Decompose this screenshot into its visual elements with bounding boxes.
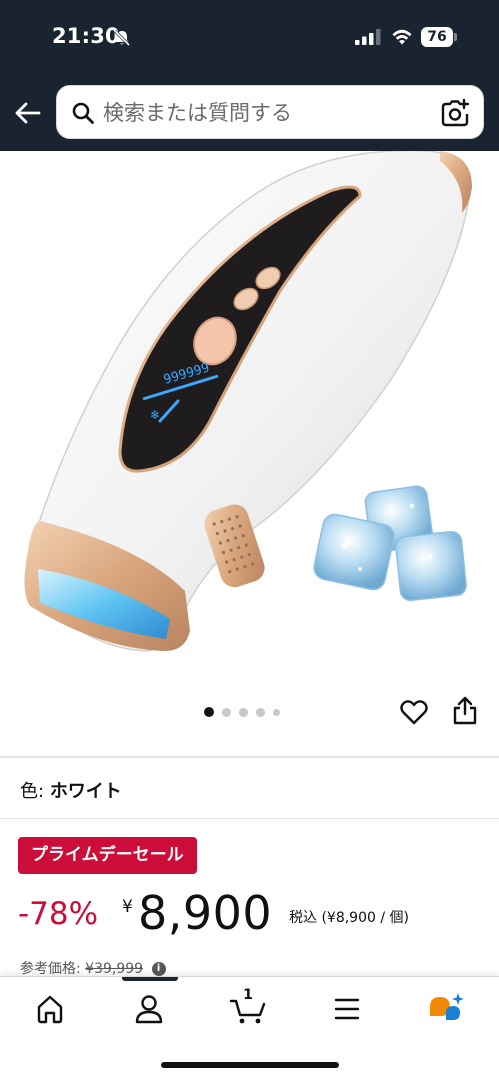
- home-indicator: [161, 1062, 339, 1068]
- carousel-dot[interactable]: [222, 707, 231, 717]
- ipl-device-illustration: 999999 ❄: [24, 151, 472, 652]
- nav-active-indicator: [122, 977, 178, 981]
- product-page: 21:30 76 検索または質問する 999999 ❄ 色: ホワイト プライム…: [0, 0, 499, 1080]
- heart-icon[interactable]: [399, 697, 429, 727]
- carousel-dots[interactable]: [204, 707, 280, 717]
- status-time: 21:30: [52, 24, 120, 48]
- share-icon[interactable]: [452, 696, 478, 726]
- search-bar[interactable]: [56, 85, 484, 139]
- battery-nub: [454, 33, 457, 41]
- discount-percent: -78%: [18, 896, 99, 932]
- status-bar: 21:30 76: [0, 0, 499, 78]
- svg-text:❄: ❄: [150, 408, 160, 422]
- wifi-icon: [392, 29, 412, 45]
- cellular-signal-icon: [355, 29, 381, 45]
- price-row: -78% ¥ 8,900 税込 (¥8,900 / 個): [18, 886, 488, 948]
- account-icon[interactable]: [129, 991, 169, 1027]
- divider: [0, 756, 499, 758]
- battery-level: 76: [421, 27, 453, 47]
- rufus-ai-icon[interactable]: [426, 991, 466, 1027]
- ice-cubes-illustration: [313, 485, 467, 602]
- currency-symbol: ¥: [122, 897, 133, 917]
- search-icon: [72, 102, 94, 124]
- reference-price-label: 参考価格:: [20, 961, 81, 977]
- cart-count: 1: [243, 987, 253, 1003]
- deal-badge: プライムデーセール: [18, 837, 197, 874]
- divider: [0, 818, 499, 819]
- carousel-dot-active[interactable]: [204, 707, 214, 717]
- reference-price-value: ¥39,999: [85, 961, 144, 977]
- top-bar: 21:30 76: [0, 0, 499, 151]
- carousel-dot[interactable]: [239, 707, 248, 717]
- cart-button[interactable]: 1: [228, 987, 268, 1027]
- color-value: ホワイト: [49, 781, 122, 802]
- color-selection: 色: ホワイト: [20, 777, 122, 803]
- info-icon[interactable]: i: [151, 962, 166, 976]
- camera-search-icon[interactable]: [440, 98, 470, 128]
- search-input[interactable]: [103, 95, 423, 131]
- silent-bell-icon: [113, 29, 131, 47]
- menu-icon[interactable]: [327, 991, 367, 1027]
- back-arrow-icon[interactable]: [12, 97, 44, 129]
- price: 8,900: [138, 886, 273, 940]
- home-icon[interactable]: [30, 991, 70, 1027]
- carousel-dot[interactable]: [256, 707, 265, 717]
- tax-info: 税込 (¥8,900 / 個): [289, 910, 409, 926]
- color-label: 色:: [20, 781, 45, 802]
- reference-price: 参考価格: ¥39,999 i: [20, 958, 166, 978]
- battery-indicator: 76: [421, 27, 457, 47]
- carousel-dot[interactable]: [273, 708, 280, 716]
- product-image[interactable]: 999999 ❄: [0, 151, 499, 696]
